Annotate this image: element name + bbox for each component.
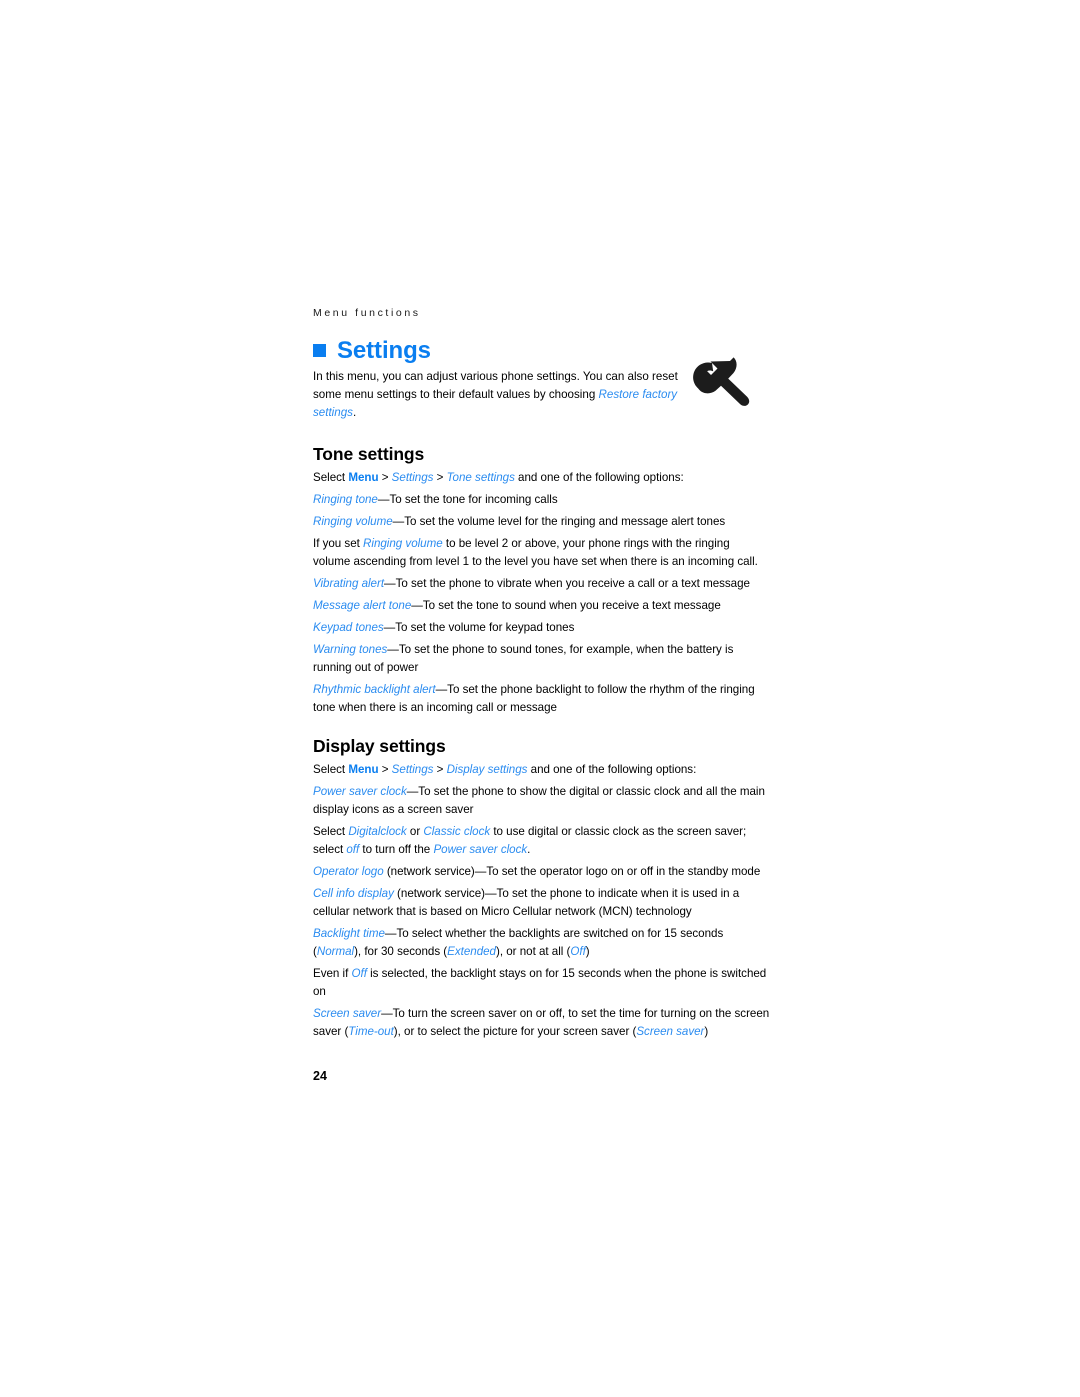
option-description: —To set the volume for keypad tones xyxy=(383,620,575,634)
page-number: 24 xyxy=(313,1069,327,1083)
chapter-intro: In this menu, you can adjust various pho… xyxy=(313,368,681,422)
option-description: ) xyxy=(704,1024,709,1038)
select-suffix: and one of the following options: xyxy=(527,762,697,776)
ui-term-off: Off xyxy=(570,944,586,958)
ui-term-menu: Menu xyxy=(348,762,379,776)
ui-term-settings: Settings xyxy=(391,470,434,484)
path-separator: > xyxy=(378,762,392,776)
intro-text-2: . xyxy=(352,405,357,419)
document-page: Menu functions Settings In this menu, yo… xyxy=(0,0,1080,1397)
select-suffix: and one of the following options: xyxy=(514,470,684,484)
ui-term-classic-clock: Classic clock xyxy=(423,824,491,838)
ui-term-extended: Extended xyxy=(447,944,496,958)
option-power-saver-clock: Power saver clock—To set the phone to sh… xyxy=(313,783,770,819)
ui-term-normal: Normal xyxy=(316,944,355,958)
option-description: —To set the volume level for the ringing… xyxy=(392,514,726,528)
ui-term-digitalclock: Digitalclock xyxy=(348,824,407,838)
option-description: —To set the tone to sound when you recei… xyxy=(411,598,721,612)
square-bullet-icon xyxy=(313,344,326,357)
option-description: (network service)—To set the operator lo… xyxy=(383,864,761,878)
option-rhythmic-backlight-alert: Rhythmic backlight alert—To set the phon… xyxy=(313,681,770,717)
ui-term-off: off xyxy=(346,842,360,856)
note-prefix: If you set xyxy=(313,536,364,550)
option-operator-logo: Operator logo (network service)—To set t… xyxy=(313,863,770,881)
option-description: ), or to select the picture for your scr… xyxy=(393,1024,637,1038)
ui-term-settings: Settings xyxy=(391,762,434,776)
ui-term-tone-settings: Tone settings xyxy=(446,470,515,484)
ui-term-off: Off xyxy=(351,966,367,980)
option-description: ), or not at all ( xyxy=(496,944,571,958)
ui-term-backlight-time: Backlight time xyxy=(313,926,385,940)
select-path-display-settings: Select Menu > Settings > Display setting… xyxy=(313,761,770,779)
note-text: or xyxy=(406,824,424,838)
ui-term-power-saver-clock: Power saver clock xyxy=(313,784,407,798)
ui-term-rhythmic-backlight-alert: Rhythmic backlight alert xyxy=(313,682,436,696)
option-description: ) xyxy=(585,944,590,958)
select-path-tone-settings: Select Menu > Settings > Tone settings a… xyxy=(313,469,770,487)
running-header: Menu functions xyxy=(313,307,421,319)
option-ringing-volume: Ringing volume—To set the volume level f… xyxy=(313,513,770,531)
ui-term-vibrating-alert: Vibrating alert xyxy=(313,576,385,590)
ui-term-time-out: Time-out xyxy=(348,1024,394,1038)
section-heading-display-settings: Display settings xyxy=(313,735,446,756)
ui-term-ringing-volume: Ringing volume xyxy=(363,536,443,550)
option-screen-saver: Screen saver—To turn the screen saver on… xyxy=(313,1005,770,1041)
ui-term-ringing-volume: Ringing volume xyxy=(313,514,393,528)
ui-term-screen-saver: Screen saver xyxy=(636,1024,705,1038)
option-keypad-tones: Keypad tones—To set the volume for keypa… xyxy=(313,619,770,637)
note-prefix: Even if xyxy=(313,966,352,980)
note-ringing-volume: If you set Ringing volume to be level 2 … xyxy=(313,535,770,571)
chapter-title-row: Settings xyxy=(313,336,770,364)
option-warning-tones: Warning tones—To set the phone to sound … xyxy=(313,641,770,677)
ui-term-warning-tones: Warning tones xyxy=(313,642,388,656)
option-vibrating-alert: Vibrating alert—To set the phone to vibr… xyxy=(313,575,770,593)
ui-term-screen-saver: Screen saver xyxy=(313,1006,382,1020)
option-message-alert-tone: Message alert tone—To set the tone to so… xyxy=(313,597,770,615)
ui-term-message-alert-tone: Message alert tone xyxy=(313,598,412,612)
ui-term-operator-logo: Operator logo xyxy=(313,864,384,878)
path-separator: > xyxy=(378,470,392,484)
note-text: . xyxy=(527,842,531,856)
select-prefix: Select xyxy=(313,762,349,776)
page-title: Settings xyxy=(337,336,431,364)
ui-term-ringing-tone: Ringing tone xyxy=(313,492,378,506)
path-separator: > xyxy=(433,470,447,484)
section-heading-tone-settings: Tone settings xyxy=(313,443,425,464)
note-description: is selected, the backlight stays on for … xyxy=(313,966,767,998)
option-ringing-tone: Ringing tone—To set the tone for incomin… xyxy=(313,491,770,509)
ui-term-menu: Menu xyxy=(348,470,379,484)
ui-term-keypad-tones: Keypad tones xyxy=(313,620,384,634)
option-description: —To set the phone to vibrate when you re… xyxy=(384,576,750,590)
option-backlight-time: Backlight time—To select whether the bac… xyxy=(313,925,770,961)
note-backlight-off: Even if Off is selected, the backlight s… xyxy=(313,965,770,1001)
select-prefix: Select xyxy=(313,470,349,484)
option-cell-info-display: Cell info display (network service)—To s… xyxy=(313,885,770,921)
option-description: —To set the tone for incoming calls xyxy=(377,492,558,506)
ui-term-cell-info-display: Cell info display xyxy=(313,886,394,900)
note-text: to turn off the xyxy=(359,842,434,856)
path-separator: > xyxy=(433,762,447,776)
ui-term-display-settings: Display settings xyxy=(446,762,528,776)
ui-term-power-saver-clock: Power saver clock xyxy=(433,842,528,856)
option-description: ), for 30 seconds ( xyxy=(354,944,448,958)
note-prefix: Select xyxy=(313,824,349,838)
page-content: Menu functions Settings In this menu, yo… xyxy=(313,308,770,1045)
note-clock-selection: Select Digitalclock or Classic clock to … xyxy=(313,823,770,859)
